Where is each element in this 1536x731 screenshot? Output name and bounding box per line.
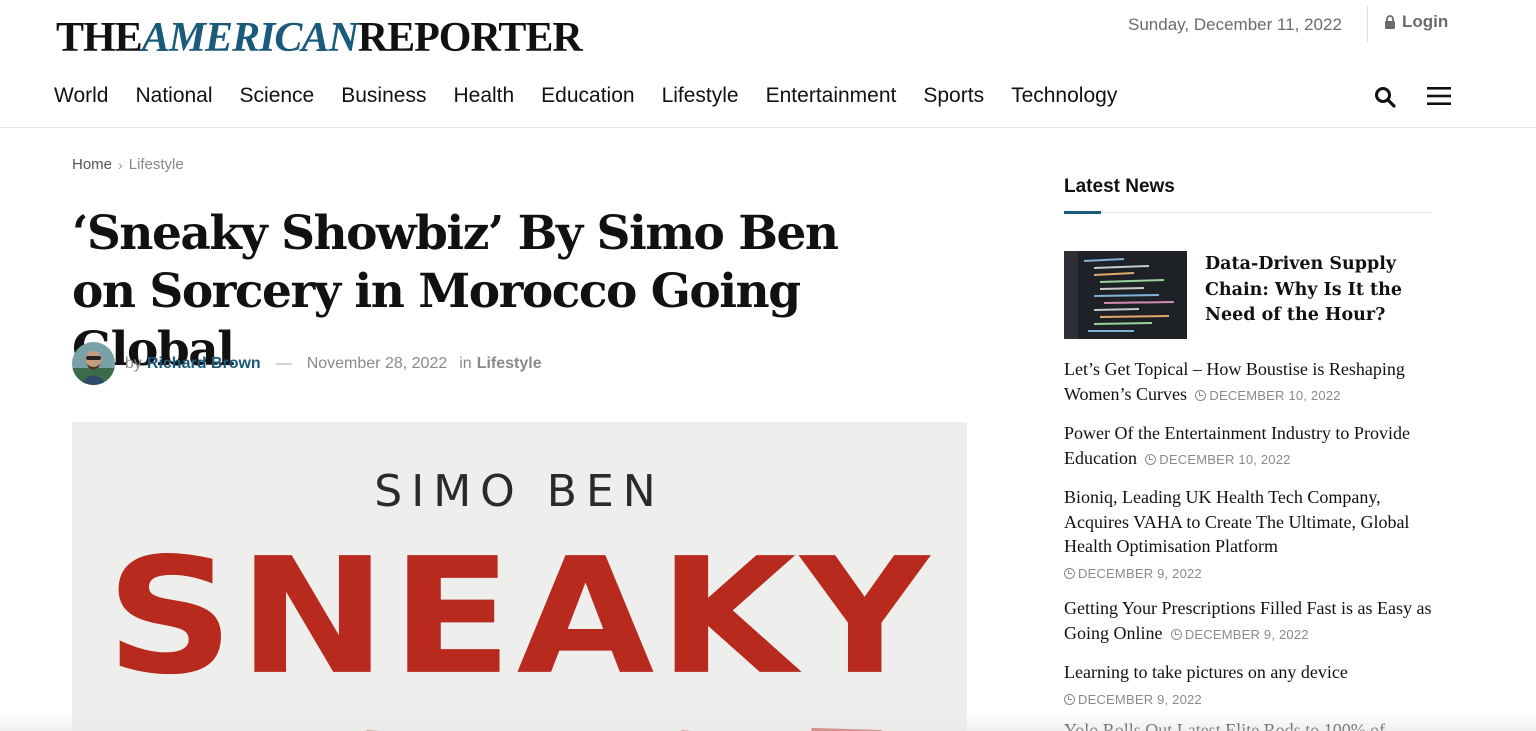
hamburger-menu-icon[interactable] [1427, 86, 1451, 106]
latest-news-heading: Latest News [1064, 176, 1175, 197]
news-item[interactable]: Power Of the Entertainment Industry to P… [1064, 421, 1436, 472]
clock-icon [1064, 567, 1075, 579]
nav-item-education[interactable]: Education [541, 82, 634, 110]
nav-item-national[interactable]: National [135, 82, 212, 110]
news-item-title[interactable]: Learning to take pictures on any device [1064, 662, 1348, 682]
in-label: in [459, 354, 472, 372]
nav-item-business[interactable]: Business [341, 82, 426, 110]
clock-icon [1170, 628, 1182, 640]
logo-text-the: THE [56, 15, 143, 61]
logo-text-american: AMERICAN [141, 15, 359, 61]
chevron-right-icon: › [118, 156, 123, 173]
main-nav: World National Science Business Health E… [54, 82, 1144, 110]
nav-item-sports[interactable]: Sports [923, 82, 984, 110]
site-logo[interactable]: THEAMERICANREPORTER [56, 14, 583, 62]
nav-item-technology[interactable]: Technology [1011, 82, 1117, 110]
news-item-date: DECEMBER 10, 2022 [1141, 452, 1290, 467]
news-item-date: DECEMBER 9, 2022 [1064, 562, 1436, 587]
breadcrumb: Home › Lifestyle [72, 156, 184, 173]
news-item-date: DECEMBER 9, 2022 [1167, 627, 1309, 642]
sidebar-divider-accent [1064, 211, 1101, 214]
hero-image: SIMO BEN SNEAKY [72, 422, 967, 731]
news-item-partial[interactable]: Yolo Rolls Out Latest Elite Rods to 100%… [1064, 720, 1385, 731]
publish-date: November 28, 2022 [306, 354, 448, 372]
category-link[interactable]: Lifestyle [477, 355, 542, 373]
news-item-date: DECEMBER 10, 2022 [1192, 388, 1341, 403]
news-item[interactable]: Learning to take pictures on any device … [1064, 660, 1436, 712]
featured-news-title[interactable]: Data-Driven Supply Chain: Why Is It the … [1205, 252, 1435, 329]
clock-icon [1145, 453, 1157, 465]
clock-icon [1195, 389, 1207, 401]
author-link[interactable]: Richard Brown [147, 355, 261, 373]
nav-item-entertainment[interactable]: Entertainment [766, 82, 897, 110]
breadcrumb-home[interactable]: Home [72, 156, 112, 173]
news-item-title[interactable]: Bioniq, Leading UK Health Tech Company, … [1064, 487, 1409, 556]
login-button[interactable]: Login [1384, 12, 1448, 32]
nav-item-science[interactable]: Science [240, 82, 315, 110]
header-divider [1367, 6, 1368, 42]
meta-separator: — [275, 354, 292, 372]
news-item-date: DECEMBER 9, 2022 [1064, 688, 1436, 713]
hero-image-second-word-fragment [366, 728, 882, 731]
news-item[interactable]: Let’s Get Topical – How Boustise is Resh… [1064, 357, 1436, 408]
nav-item-lifestyle[interactable]: Lifestyle [662, 82, 739, 110]
site-header: THEAMERICANREPORTER Sunday, December 11,… [0, 0, 1536, 128]
breadcrumb-current[interactable]: Lifestyle [129, 156, 184, 173]
nav-item-world[interactable]: World [54, 82, 108, 110]
news-item[interactable]: Bioniq, Leading UK Health Tech Company, … [1064, 485, 1436, 586]
lock-icon [1385, 15, 1395, 29]
search-icon[interactable] [1374, 86, 1396, 108]
logo-text-reporter: REPORTER [357, 15, 583, 61]
hero-image-author-text: SIMO BEN [374, 466, 665, 517]
hero-image-title-text: SNEAKY [105, 523, 934, 710]
nav-item-health[interactable]: Health [453, 82, 514, 110]
article-meta: by Richard Brown — November 28, 2022 in … [72, 342, 542, 385]
login-label: Login [1402, 12, 1449, 31]
clock-icon [1064, 693, 1075, 705]
by-label: by [125, 354, 142, 372]
sidebar-divider [1064, 212, 1432, 213]
current-date: Sunday, December 11, 2022 [1128, 15, 1342, 34]
news-item[interactable]: Getting Your Prescriptions Filled Fast i… [1064, 596, 1436, 647]
author-avatar[interactable] [72, 342, 115, 385]
featured-news-thumbnail[interactable] [1064, 251, 1187, 339]
